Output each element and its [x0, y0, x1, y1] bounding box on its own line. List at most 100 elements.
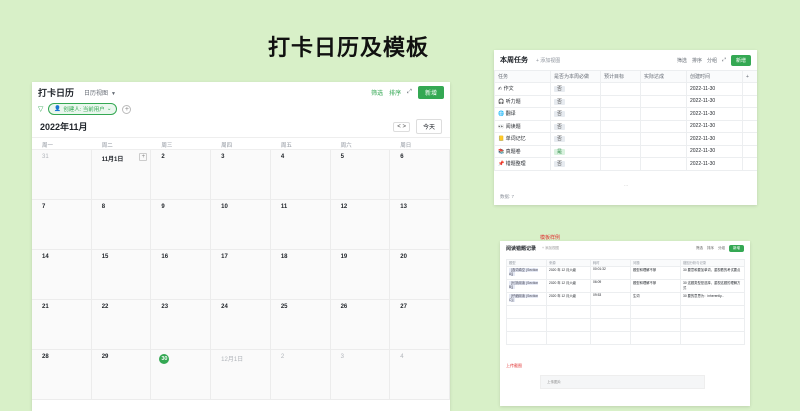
- new-button[interactable]: 新增: [729, 244, 744, 252]
- upload-area[interactable]: 上传图片: [540, 375, 705, 389]
- calendar-day[interactable]: 20: [390, 250, 450, 300]
- expand-icon[interactable]: ⤢: [407, 89, 412, 96]
- calendar-day[interactable]: 10: [211, 200, 271, 250]
- column-header[interactable]: 实际达成: [640, 70, 687, 83]
- calendar-day[interactable]: 6: [390, 150, 450, 200]
- calendar-day[interactable]: 26: [330, 300, 391, 350]
- column-header[interactable]: 任务: [494, 70, 551, 83]
- calendar-day[interactable]: 17: [211, 250, 271, 300]
- task-cell: ✍ 作文: [494, 82, 551, 96]
- sort-button[interactable]: 排序: [389, 88, 401, 97]
- calendar-day[interactable]: 9: [151, 200, 212, 250]
- empty-cell: [742, 119, 757, 133]
- calendar-day[interactable]: 21: [32, 300, 92, 350]
- empty-cell: [742, 107, 757, 121]
- calendar-day[interactable]: 5: [330, 150, 391, 200]
- today-button[interactable]: 今天: [415, 119, 442, 134]
- calendar-day[interactable]: 16: [151, 250, 212, 300]
- filter-button[interactable]: 筛选: [696, 246, 703, 251]
- day-number: 3: [340, 354, 344, 360]
- day-number: 22: [101, 304, 109, 310]
- calendar-day[interactable]: 7: [32, 200, 92, 250]
- column-header[interactable]: 创建时间: [686, 70, 743, 83]
- table-row[interactable]: [仔细阅读 (Section C)] 2020 年 12 月六级 09:53 生词 30…: [506, 292, 745, 306]
- empty-cell: [506, 331, 547, 345]
- column-header[interactable]: 预计目标: [600, 70, 641, 83]
- calendar-day[interactable]: 12: [330, 200, 391, 250]
- table-row[interactable]: 📒 单词记忆否 2022-11-30: [494, 132, 757, 146]
- calendar-day[interactable]: 3: [211, 150, 271, 200]
- calendar-grid: 31 11月1日 +2 3 4 5 6 7 8 9 10 11 12 13 14 15 16 17 18 19 20 21…: [32, 150, 450, 400]
- sort-button[interactable]: 排序: [707, 246, 714, 251]
- add-view-button[interactable]: + 添加视图: [536, 57, 560, 64]
- calendar-day[interactable]: 29: [91, 350, 152, 400]
- calendar-day[interactable]: 11月1日 +: [91, 150, 152, 200]
- target-cell: [600, 94, 641, 108]
- calendar-day[interactable]: 13: [390, 200, 450, 250]
- calendar-day[interactable]: 14: [32, 250, 92, 300]
- day-number: 15: [101, 254, 109, 260]
- calendar-day[interactable]: 8: [91, 200, 152, 250]
- group-button[interactable]: 分组: [707, 57, 717, 64]
- add-view-button[interactable]: + 添加视图: [542, 246, 559, 251]
- day-number: 4: [280, 154, 285, 160]
- calendar-day[interactable]: 27: [390, 300, 450, 350]
- task-cell: 📚 真题卷: [494, 144, 551, 158]
- table-row[interactable]: [长篇阅读 (Section B)] 2020 年 12 月六级 06:09 题型和理…: [506, 279, 745, 293]
- next-month-button[interactable]: >: [402, 124, 406, 130]
- calendar-day[interactable]: 4: [390, 350, 450, 400]
- sample-table: 题型 来源 耗时 问题 错因分析与记录 [选词填空 (Section A)] 2020 年…: [506, 259, 745, 345]
- calendar-day[interactable]: 31: [32, 150, 92, 200]
- task-cell: 🌐 翻译: [494, 107, 551, 121]
- calendar-day[interactable]: 19: [330, 250, 391, 300]
- upload-text: 上传图片: [547, 380, 561, 384]
- creator-filter-chip[interactable]: 👤 创建人: 当前用户 ⌄: [48, 103, 118, 115]
- filter-button[interactable]: 筛选: [677, 57, 687, 64]
- calendar-day[interactable]: 25: [270, 300, 331, 350]
- table-row[interactable]: 📌 错题整理否 2022-11-30: [494, 157, 757, 171]
- required-cell: 否: [550, 119, 601, 133]
- page-title: 打卡日历及模板: [268, 35, 430, 60]
- table-row[interactable]: [选词填空 (Section A)] 2020 年 12 月六级 00:01:32 题…: [506, 266, 745, 280]
- user-icon: 👤: [54, 106, 62, 112]
- calendar-day[interactable]: 24: [211, 300, 271, 350]
- calendar-day[interactable]: 30: [151, 350, 212, 400]
- add-filter-icon[interactable]: +: [122, 104, 132, 114]
- calendar-day[interactable]: 3: [330, 350, 391, 400]
- expand-icon[interactable]: ⤢: [722, 57, 726, 63]
- table-row[interactable]: 🌐 翻译否 2022-11-30: [494, 107, 757, 121]
- table-row[interactable]: ✍ 作文否 2022-11-30: [494, 82, 757, 96]
- calendar-day[interactable]: 12月1日: [211, 350, 271, 400]
- group-button[interactable]: 分组: [718, 246, 725, 251]
- new-button[interactable]: 新增: [417, 85, 444, 99]
- type-tag: [仔细阅读 (Section C)]: [509, 294, 539, 302]
- filter-button[interactable]: 筛选: [371, 88, 383, 97]
- table-row[interactable]: 🎧 听力题否 2022-11-30: [494, 94, 757, 108]
- created-cell: 2022-11-30: [686, 132, 743, 146]
- table-row[interactable]: 👀 阅读题否 2022-11-30: [494, 119, 757, 133]
- calendar-day[interactable]: 4: [270, 150, 331, 200]
- new-button[interactable]: 新增: [730, 54, 751, 66]
- calendar-day[interactable]: 28: [32, 350, 92, 400]
- scrollbar-handle[interactable]: ···: [624, 183, 628, 188]
- sort-button[interactable]: 排序: [692, 57, 702, 64]
- empty-cell: [680, 318, 745, 332]
- view-switcher[interactable]: 日历视图 ▼: [84, 88, 116, 97]
- required-tag: 否: [554, 111, 566, 118]
- calendar-day[interactable]: 23: [151, 300, 212, 350]
- table-row[interactable]: 📚 真题卷是 2022-11-30: [494, 144, 757, 158]
- calendar-day[interactable]: 11: [270, 200, 331, 250]
- empty-cell: [590, 318, 631, 332]
- add-column-icon[interactable]: +: [742, 70, 757, 83]
- empty-row: [506, 331, 745, 345]
- add-event-icon[interactable]: +: [139, 153, 148, 161]
- prev-month-button[interactable]: <: [397, 124, 401, 130]
- calendar-day[interactable]: 22: [91, 300, 152, 350]
- calendar-day[interactable]: 15: [91, 250, 152, 300]
- calendar-day[interactable]: 18: [270, 250, 331, 300]
- task-cell: 📒 单词记忆: [494, 132, 551, 146]
- calendar-day[interactable]: 2: [270, 350, 331, 400]
- column-header[interactable]: 是否为本周必做: [550, 70, 601, 83]
- calendar-day[interactable]: 2: [151, 150, 212, 200]
- task-name: 作文: [503, 86, 514, 93]
